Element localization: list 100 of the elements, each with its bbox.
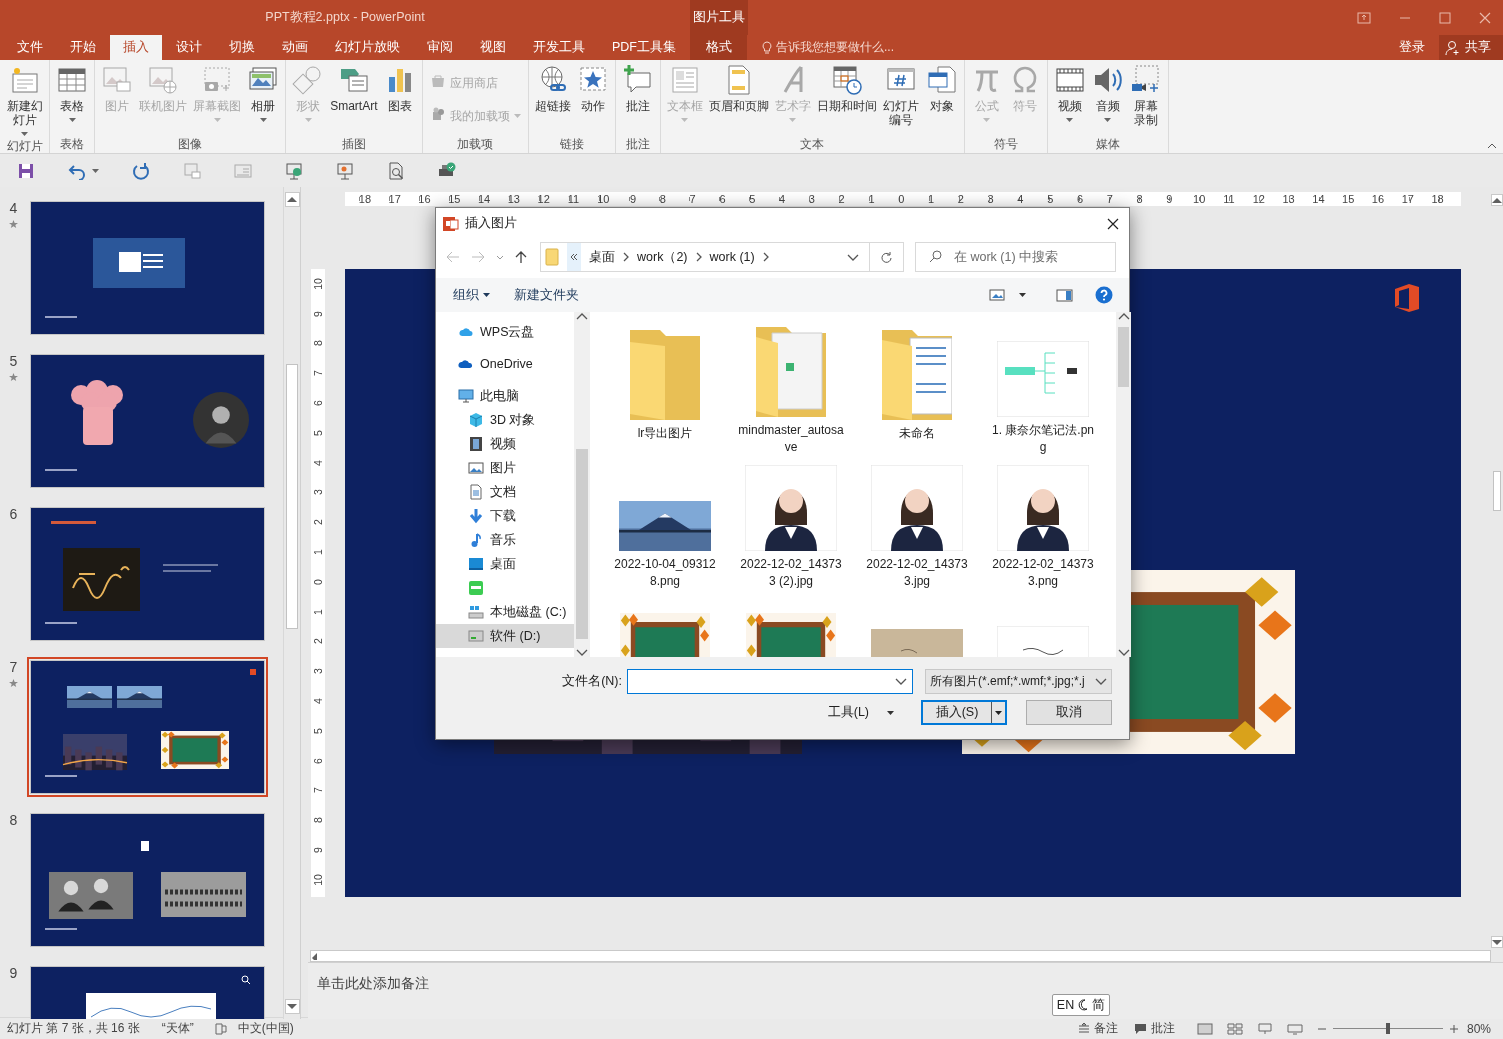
slide-thumbnail[interactable] [27, 504, 268, 644]
ribbon-tab[interactable]: 视图 [467, 35, 519, 60]
caret-icon[interactable] [887, 710, 894, 715]
scrollbar-thumb[interactable] [1118, 327, 1129, 387]
proofing-icon[interactable] [213, 1021, 228, 1036]
tell-me-prompt[interactable]: 告诉我您想要做什么... [776, 39, 894, 56]
reading-view-icon[interactable] [1256, 1022, 1273, 1035]
ribbon-button[interactable]: 对象 [922, 62, 961, 115]
save-icon[interactable] [17, 161, 35, 180]
chevron-icon[interactable] [847, 252, 859, 262]
help-icon[interactable] [1095, 286, 1113, 304]
print-preview-icon[interactable] [387, 161, 405, 180]
caret-icon[interactable] [483, 293, 490, 297]
ribbon-button[interactable]: SmartArt [327, 62, 381, 115]
breadcrumb-item[interactable]: work (1) [709, 250, 755, 264]
slide-thumbnail[interactable] [27, 810, 268, 950]
file-name[interactable]: 未命名 [863, 425, 971, 442]
ribbon-button[interactable]: 批注 [618, 62, 657, 115]
comments-button[interactable]: 批注 [1125, 1020, 1183, 1037]
view-icon[interactable] [989, 289, 1005, 301]
slide-thumbnail[interactable] [27, 657, 268, 797]
ribbon-button[interactable]: 表格 [53, 62, 92, 124]
chevron-icon[interactable] [623, 252, 629, 262]
nav-item[interactable]: 桌面 [436, 552, 574, 576]
slider-thumb[interactable] [1385, 1023, 1390, 1034]
ribbon-tab[interactable]: 切换 [216, 35, 268, 60]
input-mode-label[interactable]: EN [1056, 998, 1075, 1012]
address-bar[interactable]: 桌面 work（2) work (1) [540, 242, 904, 272]
nav-item[interactable]: 本地磁盘 (C:) [436, 600, 574, 624]
nav-item[interactable]: 音乐 [436, 528, 574, 552]
scroll-up-icon[interactable] [1492, 196, 1502, 204]
ribbon-display-icon[interactable] [1357, 11, 1371, 24]
ribbon-button[interactable]: 超链接 [531, 62, 574, 115]
presentation-icon[interactable] [285, 161, 303, 180]
ribbon-button[interactable]: 音频 [1088, 62, 1127, 124]
ribbon-tab[interactable]: 开发工具 [520, 35, 598, 60]
nav-item[interactable]: WPS云盘 [436, 320, 574, 344]
scrollbar-thumb[interactable] [286, 364, 298, 629]
file-name[interactable]: 1. 康奈尔笔记法.png [989, 422, 1097, 456]
zoom-level[interactable]: 80% [1466, 1021, 1491, 1036]
nav-item[interactable]: 文档 [436, 480, 574, 504]
file-name[interactable]: 2022-12-02_143733 (2).jpg [737, 556, 845, 590]
nav-item[interactable]: 图片 [436, 456, 574, 480]
ribbon-tab[interactable]: 设计 [163, 35, 215, 60]
ribbon-button[interactable]: 视频 [1050, 62, 1089, 124]
scroll-down-icon[interactable] [1492, 938, 1502, 946]
share-button[interactable]: 共享 [1439, 35, 1503, 60]
file-name[interactable]: 2022-12-02_143733.jpg [863, 556, 971, 590]
nav-item[interactable]: OneDrive [436, 352, 574, 376]
chevron-icon[interactable] [762, 252, 769, 262]
file-name[interactable]: 2022-10-04_093128.png [611, 556, 719, 590]
projector-screen-icon[interactable] [336, 161, 354, 180]
redo-icon[interactable] [132, 161, 150, 180]
language-label[interactable]: 中文(中国) [237, 1020, 294, 1037]
nav-item[interactable]: 此电脑 [436, 384, 574, 408]
ribbon-button[interactable]: 图表 [380, 62, 419, 115]
ribbon-tab[interactable]: 格式 [690, 35, 747, 60]
ribbon-button[interactable]: 相册 [244, 62, 283, 124]
breadcrumb-item[interactable]: 桌面 [589, 248, 615, 266]
caret-icon[interactable] [1019, 293, 1026, 297]
file-name-field[interactable] [627, 669, 913, 694]
scrollbar-thumb[interactable] [1493, 471, 1501, 511]
ribbon-button[interactable]: 屏幕录制 [1126, 62, 1165, 129]
close-icon[interactable] [1479, 11, 1491, 24]
slide-sorter-icon[interactable] [1226, 1022, 1243, 1035]
organize-menu[interactable]: 组织 [444, 283, 499, 307]
preview-pane-icon[interactable] [1056, 288, 1073, 302]
ribbon-tab[interactable]: 审阅 [414, 35, 466, 60]
ribbon-tab[interactable]: 幻灯片放映 [322, 35, 413, 60]
collapse-ribbon-icon[interactable] [1487, 143, 1497, 149]
chevron-icon[interactable] [1117, 312, 1130, 321]
scrollbar-thumb[interactable] [576, 449, 588, 639]
file-name[interactable]: lr导出图片 [611, 425, 719, 442]
chevron-icon[interactable] [895, 677, 907, 686]
nav-item[interactable]: 下载 [436, 504, 574, 528]
input-layout-label[interactable]: 简 [1092, 996, 1106, 1014]
ribbon-button[interactable]: 幻灯片编号 [879, 62, 923, 129]
scroll-down-icon[interactable] [287, 1003, 297, 1010]
tools-menu[interactable]: 工具(L) [821, 703, 900, 722]
ribbon-tab[interactable]: 开始 [57, 35, 109, 60]
nav-item[interactable]: 视频 [436, 432, 574, 456]
ribbon-tab[interactable]: PDF工具集 [599, 35, 689, 60]
notes-button[interactable]: 备注 [1069, 1020, 1126, 1037]
breadcrumb-overflow-button[interactable] [567, 243, 581, 271]
chevron-icon[interactable] [576, 312, 588, 321]
search-field[interactable]: 在 work (1) 中搜索 [915, 242, 1116, 272]
up-arrow-icon[interactable] [515, 250, 527, 264]
ribbon-button[interactable]: 页眉和页脚 [705, 62, 772, 115]
notes-prompt[interactable]: 单击此处添加备注 [317, 976, 429, 991]
ribbon-button[interactable]: 日期和时间 [813, 62, 880, 115]
zoom-in-icon[interactable] [1448, 1023, 1459, 1034]
sign-in-link[interactable]: 登录 [1399, 39, 1425, 56]
slide-thumbnail[interactable] [27, 351, 268, 491]
ribbon-tab[interactable]: 文件 [4, 35, 56, 60]
ribbon-tab[interactable]: 插入 [110, 35, 162, 60]
nav-item[interactable]: 3D 对象 [436, 408, 574, 432]
scroll-up-icon[interactable] [287, 196, 297, 203]
chevron-icon[interactable] [695, 252, 702, 262]
ribbon-tab[interactable]: 动画 [269, 35, 321, 60]
new-folder-button[interactable]: 新建文件夹 [505, 283, 588, 307]
